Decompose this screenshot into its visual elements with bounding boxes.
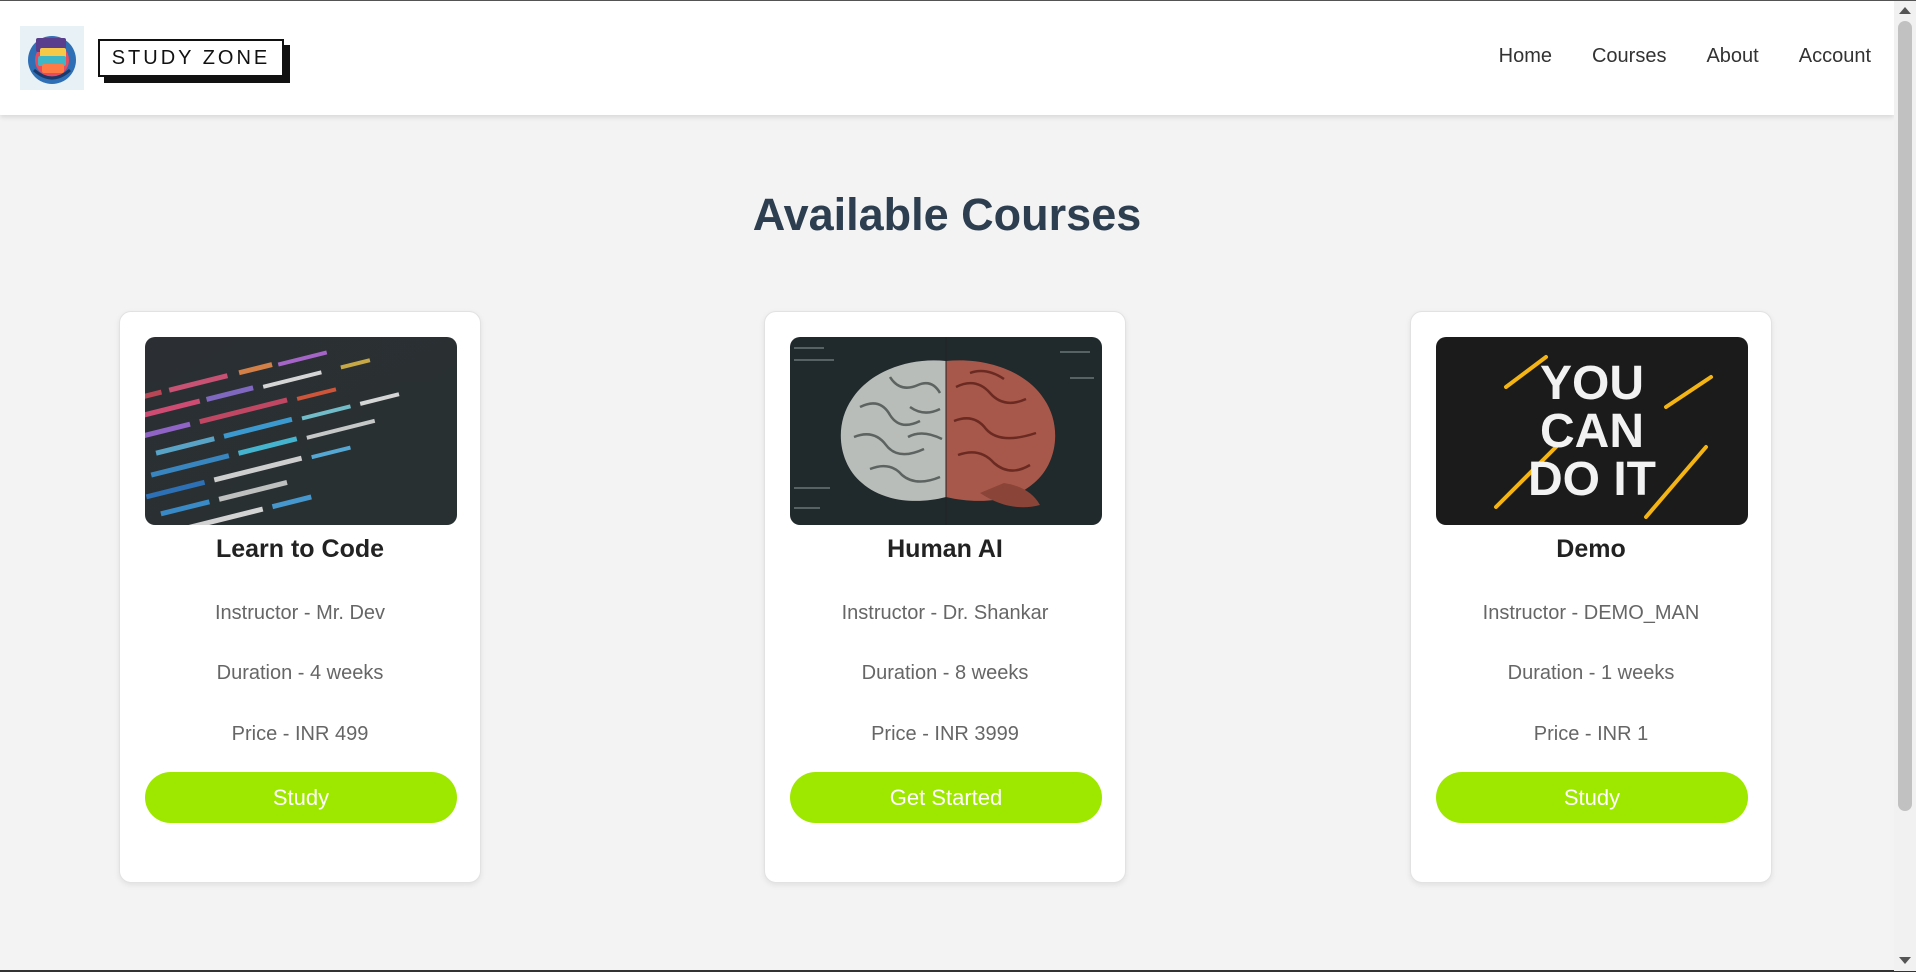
page: STUDY ZONE Home Courses About Account Av… — [0, 1, 1894, 971]
course-title: Learn to Code — [215, 535, 385, 563]
books-logo-icon — [28, 36, 76, 84]
image-text-line: DO IT — [1528, 453, 1656, 506]
course-card: Human AI Instructor - Dr. Shankar Durati… — [764, 311, 1126, 883]
navbar: STUDY ZONE Home Courses About Account — [0, 1, 1894, 115]
code-screen-image — [145, 337, 457, 525]
study-button[interactable]: Study — [1436, 772, 1748, 823]
brain-image — [790, 337, 1102, 525]
course-instructor: Instructor - Mr. Dev — [214, 602, 386, 624]
scroll-down-icon[interactable] — [1899, 957, 1911, 964]
course-price: Price - INR 1 — [1533, 723, 1649, 745]
course-card: Learn to Code Instructor - Mr. Dev Durat… — [119, 311, 481, 883]
nav-account[interactable]: Account — [1799, 45, 1871, 68]
course-price: Price - INR 499 — [231, 723, 369, 745]
course-duration: Duration - 1 weeks — [1507, 662, 1675, 684]
course-instructor: Instructor - Dr. Shankar — [841, 602, 1049, 624]
logo[interactable] — [20, 26, 84, 90]
you-can-do-it-image: YOU CAN DO IT — [1436, 337, 1748, 525]
nav-courses[interactable]: Courses — [1592, 45, 1666, 68]
nav-links: Home Courses About Account — [1499, 45, 1871, 68]
get-started-button[interactable]: Get Started — [790, 772, 1102, 823]
course-price: Price - INR 3999 — [871, 723, 1019, 745]
course-card: YOU CAN DO IT Demo Instructor - DEMO_MAN… — [1410, 311, 1772, 883]
nav-about[interactable]: About — [1706, 45, 1758, 68]
course-duration: Duration - 8 weeks — [861, 662, 1029, 684]
course-title: Demo — [1556, 535, 1626, 563]
image-text-line: YOU — [1540, 357, 1644, 410]
course-title: Human AI — [887, 535, 1003, 563]
course-instructor: Instructor - DEMO_MAN — [1482, 602, 1700, 624]
brand-name[interactable]: STUDY ZONE — [98, 39, 284, 77]
course-duration: Duration - 4 weeks — [216, 662, 384, 684]
page-title: Available Courses — [752, 189, 1142, 240]
study-button[interactable]: Study — [145, 772, 457, 823]
nav-home[interactable]: Home — [1499, 45, 1552, 68]
scroll-up-icon[interactable] — [1899, 7, 1911, 14]
scroll-thumb[interactable] — [1898, 21, 1912, 811]
vertical-scrollbar[interactable] — [1894, 1, 1916, 971]
image-text-line: CAN — [1540, 405, 1644, 458]
